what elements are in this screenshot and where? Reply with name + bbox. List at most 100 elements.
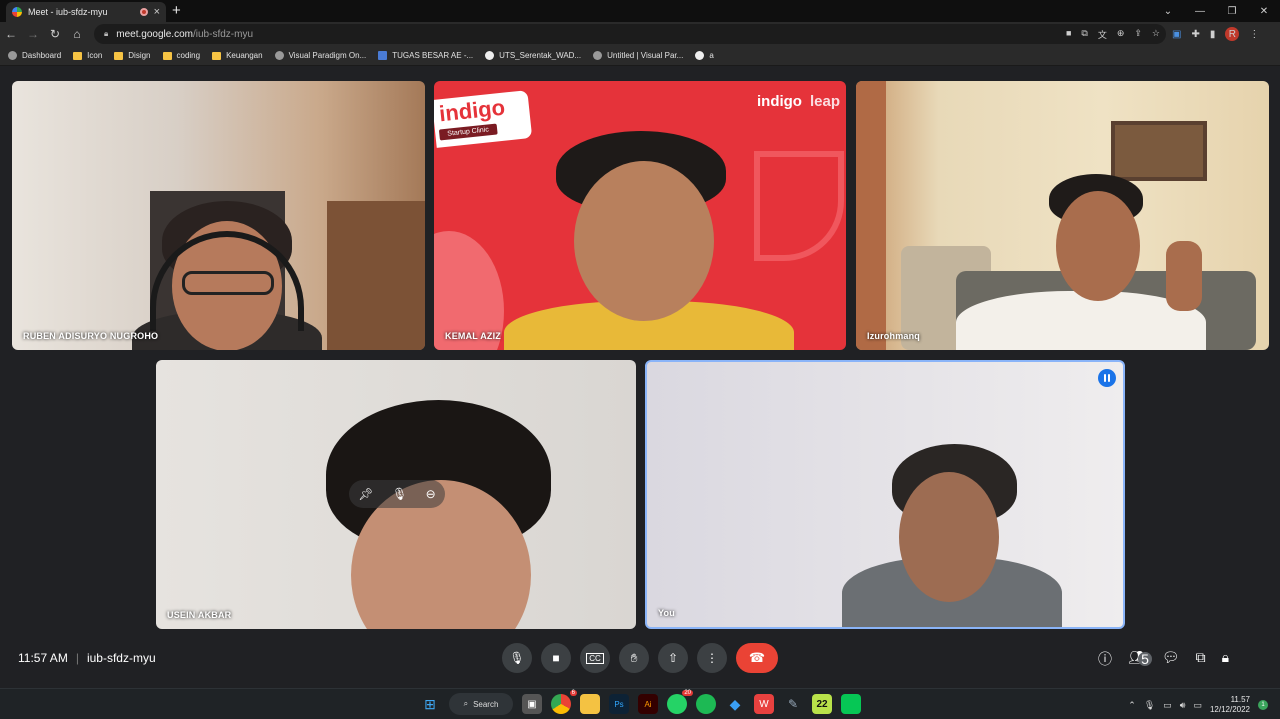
- leave-call-button[interactable]: ☎︎: [736, 643, 778, 673]
- folder-icon: [212, 51, 222, 60]
- visual-paradigm-icon: [593, 51, 603, 60]
- bookmark-untitled[interactable]: Untitled | Visual Par...: [593, 51, 683, 60]
- captions-button[interactable]: CC: [580, 643, 610, 673]
- pin-icon[interactable]: 📌︎: [358, 487, 373, 501]
- people-button[interactable]: 👥︎ 5: [1128, 649, 1152, 680]
- bookmark-disign[interactable]: Disign: [114, 51, 151, 60]
- meeting-code: iub-sfdz-myu: [86, 651, 156, 665]
- participant-name: Izurohmanq: [867, 331, 920, 341]
- meet-favicon-icon: [12, 7, 22, 17]
- whatsapp-icon[interactable]: 20: [667, 690, 693, 714]
- participant-tile[interactable]: indigo Startup Clinic indigo leap KEMAL A…: [434, 81, 846, 350]
- brand-right: indigo leap: [757, 93, 840, 110]
- tab-search-icon[interactable]: ⌄: [1152, 0, 1184, 22]
- open-in-app-icon[interactable]: ⧉: [1081, 28, 1087, 41]
- reload-button[interactable]: ↻: [44, 27, 66, 41]
- photoshop-icon[interactable]: Ps: [609, 694, 629, 714]
- close-window-button[interactable]: ✕: [1248, 0, 1280, 22]
- chrome-icon[interactable]: 6: [551, 690, 577, 714]
- peace-hand-shape: [1166, 241, 1202, 311]
- present-button[interactable]: ⇧: [658, 643, 688, 673]
- address-bar[interactable]: 🔒︎ meet.google.com /iub-sfdz-myu ■ ⧉ 文 ⊕…: [94, 24, 1166, 44]
- bookmark-icon[interactable]: Icon: [73, 51, 102, 60]
- omnibox-actions: ■ ⧉ 文 ⊕ ⇪ ☆: [1066, 28, 1160, 41]
- notification-badge[interactable]: 1: [1258, 700, 1268, 710]
- mic-tray-icon[interactable]: 🎙︎: [1144, 700, 1155, 711]
- mic-icon[interactable]: 🎙︎: [392, 487, 407, 501]
- pencil-app-icon[interactable]: ✎: [783, 694, 803, 714]
- tab-title: Meet - iub-sfdz-myu: [28, 7, 108, 17]
- raise-hand-button[interactable]: ✋︎: [619, 643, 649, 673]
- participant-name: RUBEN ADISURYO NUGROHO: [23, 331, 159, 341]
- participant-tile[interactable]: RUBEN ADISURYO NUGROHO: [12, 81, 425, 350]
- camera-in-use-icon[interactable]: ■: [1066, 28, 1071, 41]
- side-controls: ⓘ 👥︎ 5 💬︎ ⧉ 🔒︎: [1098, 649, 1229, 680]
- taskbar-search[interactable]: ⌕ Search: [449, 693, 513, 715]
- bookmark-star-icon[interactable]: ☆: [1152, 28, 1160, 41]
- app-22-icon[interactable]: 22: [812, 694, 832, 714]
- face-shape: [574, 161, 714, 321]
- new-tab-button[interactable]: +: [172, 2, 181, 19]
- volume-icon[interactable]: 🔊︎: [1180, 700, 1186, 711]
- minimize-button[interactable]: —: [1184, 0, 1216, 22]
- zoom-icon[interactable]: ⊕: [1117, 28, 1125, 41]
- back-button[interactable]: ←: [0, 27, 22, 41]
- clock-date: 12/12/2022: [1209, 705, 1250, 714]
- remove-icon[interactable]: ⊖: [426, 487, 436, 501]
- activities-button[interactable]: ⧉: [1196, 649, 1206, 680]
- extensions-puzzle-icon[interactable]: ✚: [1191, 29, 1199, 40]
- side-panel-icon[interactable]: ▮: [1210, 29, 1216, 40]
- tab-strip: Meet - iub-sfdz-myu × + ⌄ — ❐ ✕: [0, 0, 1280, 22]
- bookmark-visual-paradigm[interactable]: Visual Paradigm On...: [274, 51, 366, 60]
- taskbar-clock[interactable]: 11.57 12/12/2022: [1210, 695, 1250, 715]
- maximize-button[interactable]: ❐: [1216, 0, 1248, 22]
- windows-start-icon[interactable]: ⊞: [420, 694, 440, 714]
- tab-close-button[interactable]: ×: [154, 6, 160, 18]
- translate-extension-icon[interactable]: ▣: [1172, 29, 1181, 40]
- browser-menu-icon[interactable]: ⋮: [1249, 29, 1259, 40]
- battery-icon[interactable]: ▭: [1193, 700, 1202, 711]
- clock-time: 11.57: [1230, 695, 1250, 704]
- tray-overflow-icon[interactable]: ⌃: [1128, 700, 1136, 711]
- participant-tile-self[interactable]: You: [645, 360, 1125, 629]
- bookmark-coding[interactable]: coding: [162, 51, 200, 60]
- browser-toolbar: ← → ↻ ⌂ 🔒︎ meet.google.com /iub-sfdz-myu…: [0, 22, 1280, 46]
- lock-icon[interactable]: 🔒︎: [104, 29, 108, 39]
- camera-button[interactable]: ■: [541, 643, 571, 673]
- call-controls: 🎙︎ ■ CC ✋︎ ⇧ ⋮ ☎︎: [502, 643, 778, 673]
- home-button[interactable]: ⌂: [66, 27, 88, 41]
- microphone-button[interactable]: 🎙︎: [502, 643, 532, 673]
- share-icon[interactable]: ⇪: [1134, 28, 1142, 41]
- tab-meet[interactable]: Meet - iub-sfdz-myu ×: [6, 2, 166, 22]
- file-explorer-icon[interactable]: [580, 694, 600, 714]
- chat-button[interactable]: 💬︎: [1162, 649, 1180, 680]
- folder-icon: [73, 51, 83, 60]
- bookmark-a[interactable]: a: [695, 51, 714, 60]
- url-path: /iub-sfdz-myu: [192, 28, 253, 40]
- participant-name: USEIN AKBAR: [167, 610, 232, 620]
- meeting-details-button[interactable]: ⓘ: [1098, 649, 1112, 680]
- profile-avatar[interactable]: R: [1225, 27, 1240, 41]
- participant-tile[interactable]: Izurohmanq: [856, 81, 1269, 350]
- task-view-icon[interactable]: ▣: [522, 694, 542, 714]
- more-vert-icon: ⋮: [706, 651, 718, 665]
- decor-arrow: [754, 151, 844, 261]
- wps-icon[interactable]: W: [754, 694, 774, 714]
- bookmark-label: TUGAS BESAR AE -...: [392, 51, 474, 60]
- participant-tile[interactable]: 📌︎ 🎙︎ ⊖ USEIN AKBAR: [156, 360, 636, 629]
- bookmark-tugas-besar[interactable]: TUGAS BESAR AE -...: [378, 51, 473, 60]
- translate-icon[interactable]: 文: [1098, 28, 1107, 41]
- bookmark-uts[interactable]: UTS_Serentak_WAD...: [485, 51, 581, 60]
- forward-button[interactable]: →: [22, 27, 44, 41]
- line-icon[interactable]: [841, 694, 861, 714]
- host-controls-button[interactable]: 🔒︎: [1222, 649, 1229, 680]
- bookmark-dashboard[interactable]: Dashboard: [8, 51, 61, 60]
- spotify-icon[interactable]: [696, 694, 716, 714]
- cabinet-shape: [327, 201, 425, 350]
- vscode-icon[interactable]: ◆: [725, 694, 745, 714]
- bookmark-keuangan[interactable]: Keuangan: [212, 51, 263, 60]
- wall-window: [1111, 121, 1207, 181]
- illustrator-icon[interactable]: Ai: [638, 694, 658, 714]
- network-icon[interactable]: ▭: [1163, 700, 1172, 711]
- more-options-button[interactable]: ⋮: [697, 643, 727, 673]
